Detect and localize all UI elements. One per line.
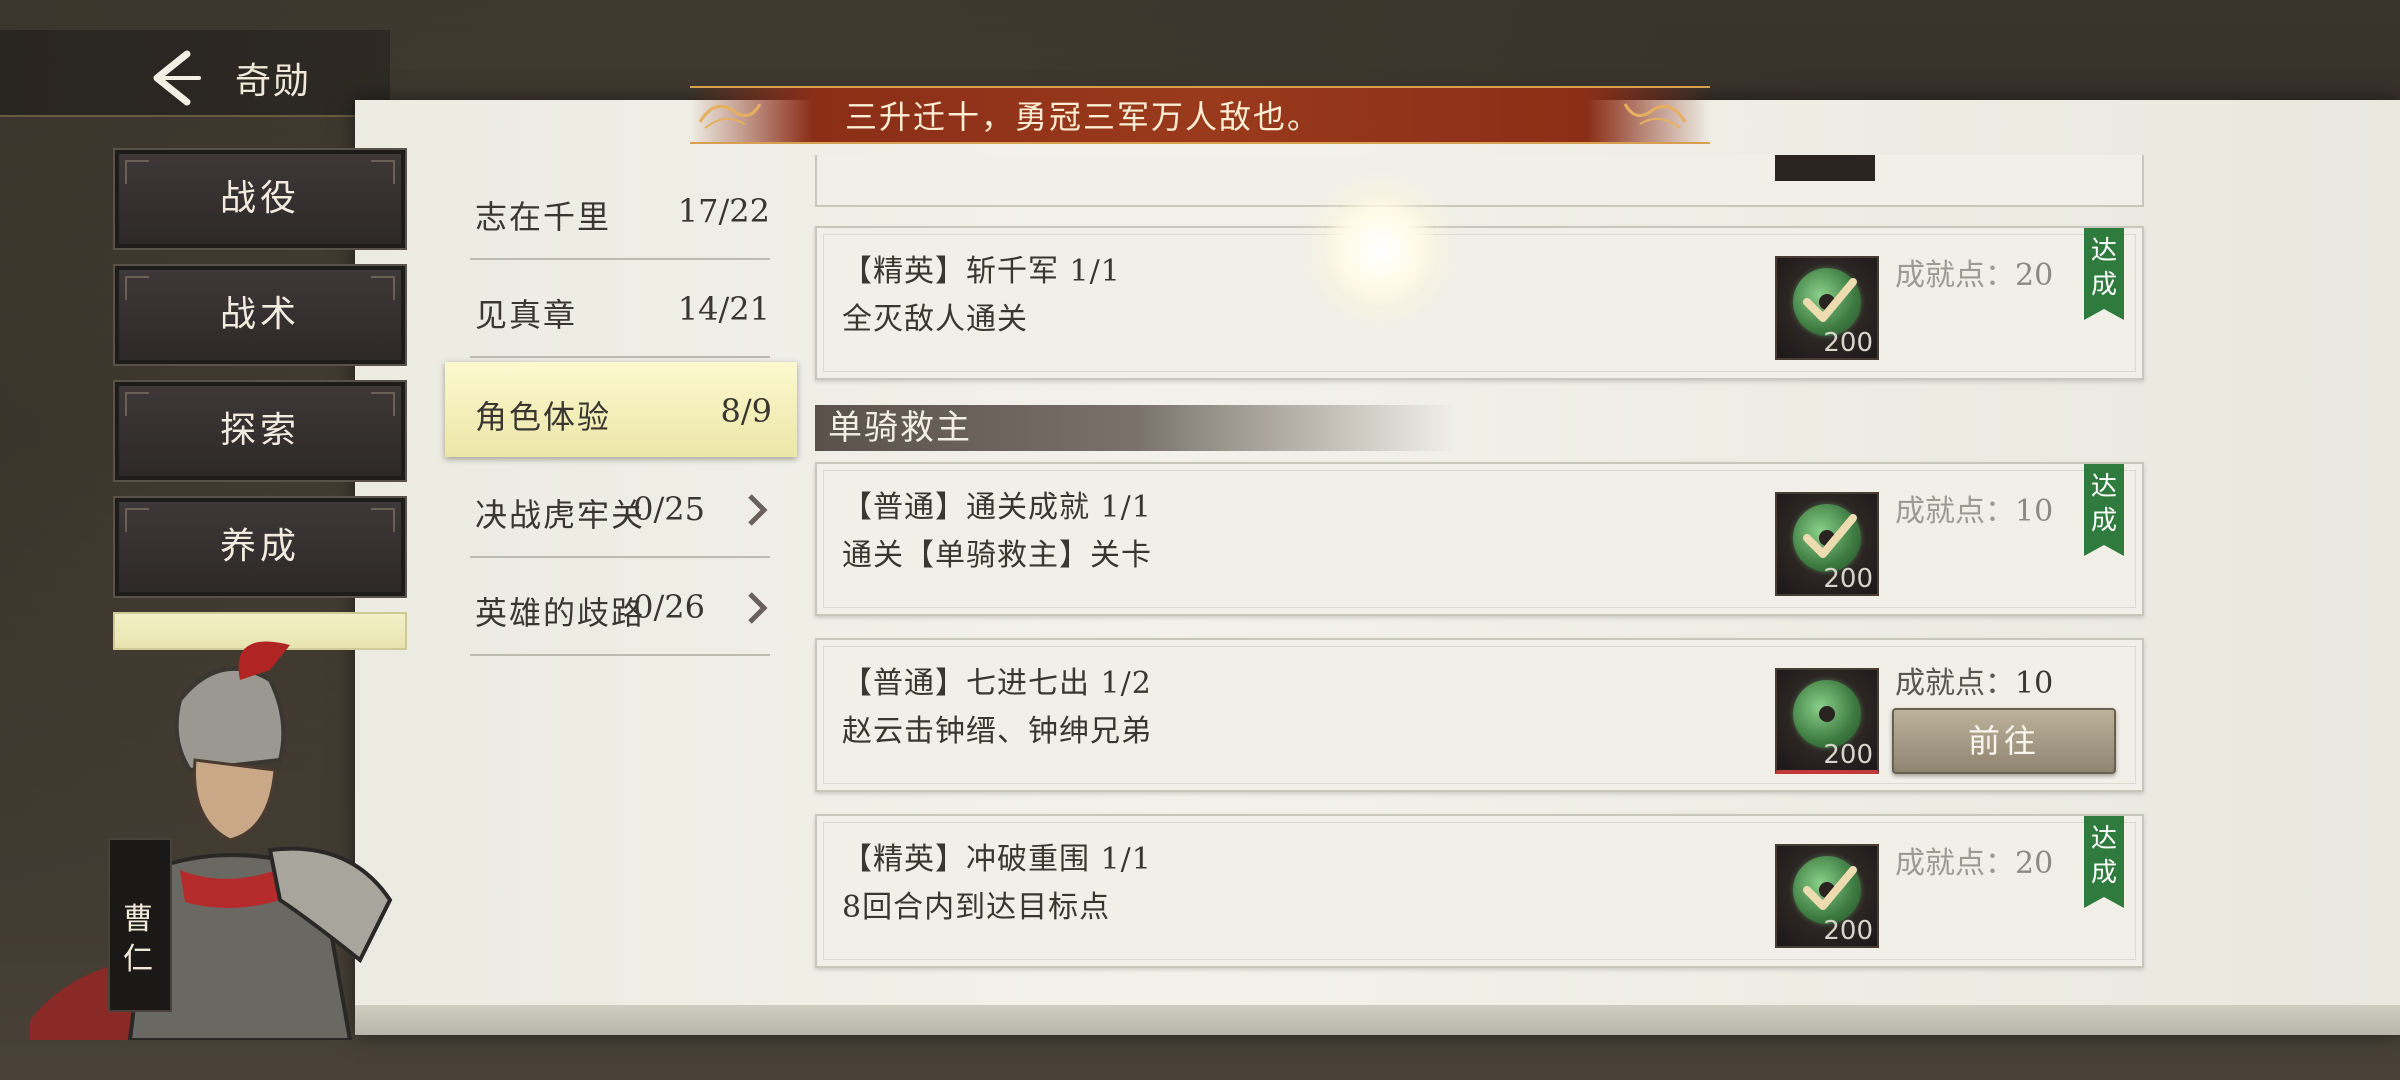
reward-count: 200 <box>1823 916 1873 946</box>
achievement-desc: 全灭敌人通关 <box>842 302 1028 337</box>
achievement-title: 【普通】七进七出 1/2 <box>842 666 1152 701</box>
points-label: 成就点： <box>1895 846 2015 881</box>
points-value: 20 <box>2015 846 2054 881</box>
achievement-points: 成就点：20 <box>1895 250 2053 294</box>
category-battle-button[interactable]: 战役 <box>113 148 407 250</box>
sub-item-label: 见真章 <box>475 296 578 334</box>
completed-tag-char: 成 <box>2090 858 2117 888</box>
achievement-card: 【普通】通关成就 1/1 通关【单骑救主】关卡 200 成就点：10 达成 <box>815 462 2144 616</box>
completed-tag: 达成 <box>2084 464 2124 556</box>
achievement-desc: 赵云击钟缙、钟绅兄弟 <box>842 714 1152 749</box>
achievement-card: 【普通】七进七出 1/2 赵云击钟缙、钟绅兄弟 200 成就点：10 前往 <box>815 638 2144 792</box>
category-cultivate-button[interactable]: 养成 <box>113 496 407 598</box>
sub-item-count: 8/9 <box>720 392 773 430</box>
reward-item[interactable]: 200 <box>1775 256 1879 360</box>
hero-name-char: 仁 <box>123 942 153 977</box>
completed-tag: 达成 <box>2084 816 2124 908</box>
points-label: 成就点： <box>1895 258 2015 293</box>
sub-item-label: 角色体验 <box>475 398 612 436</box>
sub-item-hulaoguan[interactable]: 决战虎牢关 0/25 <box>470 460 770 558</box>
achievement-title: 【精英】斩千军 1/1 <box>842 254 1121 289</box>
hero-name: 曹仁 <box>120 900 156 980</box>
points-value: 20 <box>2015 258 2054 293</box>
check-icon <box>1803 278 1857 322</box>
reward-thumb <box>1775 155 1875 181</box>
sub-item-role-experience[interactable]: 角色体验 8/9 <box>445 362 797 457</box>
reward-item[interactable]: 200 <box>1775 668 1879 774</box>
check-icon <box>1803 866 1857 910</box>
achievement-desc: 通关【单骑救主】关卡 <box>842 538 1152 573</box>
reward-count: 200 <box>1823 564 1873 594</box>
achievement-title: 【精英】冲破重围 1/1 <box>842 842 1152 877</box>
sub-item-label: 志在千里 <box>475 198 612 236</box>
completed-tag: 达成 <box>2084 228 2124 320</box>
reward-count: 200 <box>1823 328 1873 358</box>
touch-glow <box>1320 190 1440 310</box>
hero-portrait <box>30 641 393 1040</box>
cloud-ornament-icon <box>1623 103 1687 129</box>
points-value: 10 <box>2015 494 2054 529</box>
chevron-right-icon <box>748 592 768 624</box>
completed-tag-char: 达 <box>2090 824 2117 854</box>
completed-tag-char: 成 <box>2090 506 2117 536</box>
achievement-title: 【普通】通关成就 1/1 <box>842 490 1152 525</box>
partial-card <box>815 155 2144 207</box>
sub-item-count: 0/26 <box>633 588 705 626</box>
check-icon <box>1803 514 1857 558</box>
achievement-card: 【精英】冲破重围 1/1 8回合内到达目标点 200 成就点：20 达成 <box>815 814 2144 968</box>
section-title: 单骑救主 <box>828 408 972 448</box>
completed-tag-char: 达 <box>2090 236 2117 266</box>
points-label: 成就点： <box>1895 494 2015 529</box>
points-label: 成就点： <box>1895 666 2015 701</box>
hero-name-char: 曹 <box>123 902 153 937</box>
reward-count: 200 <box>1823 740 1873 770</box>
sub-item-count: 14/21 <box>677 290 770 328</box>
category-tactics-button[interactable]: 战术 <box>113 264 407 366</box>
points-value: 10 <box>2015 666 2054 701</box>
reward-item[interactable]: 200 <box>1775 844 1879 948</box>
sub-item-count: 17/22 <box>677 192 770 230</box>
panel-bottom-edge <box>355 1005 2400 1035</box>
achievement-card: 【精英】斩千军 1/1 全灭敌人通关 200 成就点：20 达成 <box>815 226 2144 380</box>
go-button[interactable]: 前往 <box>1892 708 2116 774</box>
jade-disc-icon <box>1793 680 1861 748</box>
achievement-points: 成就点：10 <box>1895 486 2053 530</box>
completed-tag-char: 成 <box>2090 270 2117 300</box>
back-arrow-icon[interactable] <box>145 48 205 108</box>
sub-item-jianzhenzhang[interactable]: 见真章 14/21 <box>470 260 770 358</box>
achievement-points: 成就点：10 <box>1895 658 2053 702</box>
sub-item-label: 英雄的歧路 <box>475 594 646 632</box>
reward-item[interactable]: 200 <box>1775 492 1879 596</box>
achievement-points: 成就点：20 <box>1895 838 2053 882</box>
sub-item-label: 决战虎牢关 <box>475 496 646 534</box>
sub-item-zhizaiqianli[interactable]: 志在千里 17/22 <box>470 162 770 260</box>
page-title: 奇勋 <box>235 61 312 102</box>
category-explore-button[interactable]: 探索 <box>113 380 407 482</box>
completed-tag-char: 达 <box>2090 472 2117 502</box>
chevron-right-icon <box>748 494 768 526</box>
achievement-desc: 8回合内到达目标点 <box>842 890 1111 925</box>
cloud-ornament-icon <box>698 103 762 129</box>
banner-text: 三升迁十，勇冠三军万人敌也。 <box>845 98 1322 136</box>
sub-item-hero-crossroads[interactable]: 英雄的歧路 0/26 <box>470 558 770 656</box>
sub-item-count: 0/25 <box>633 490 705 528</box>
